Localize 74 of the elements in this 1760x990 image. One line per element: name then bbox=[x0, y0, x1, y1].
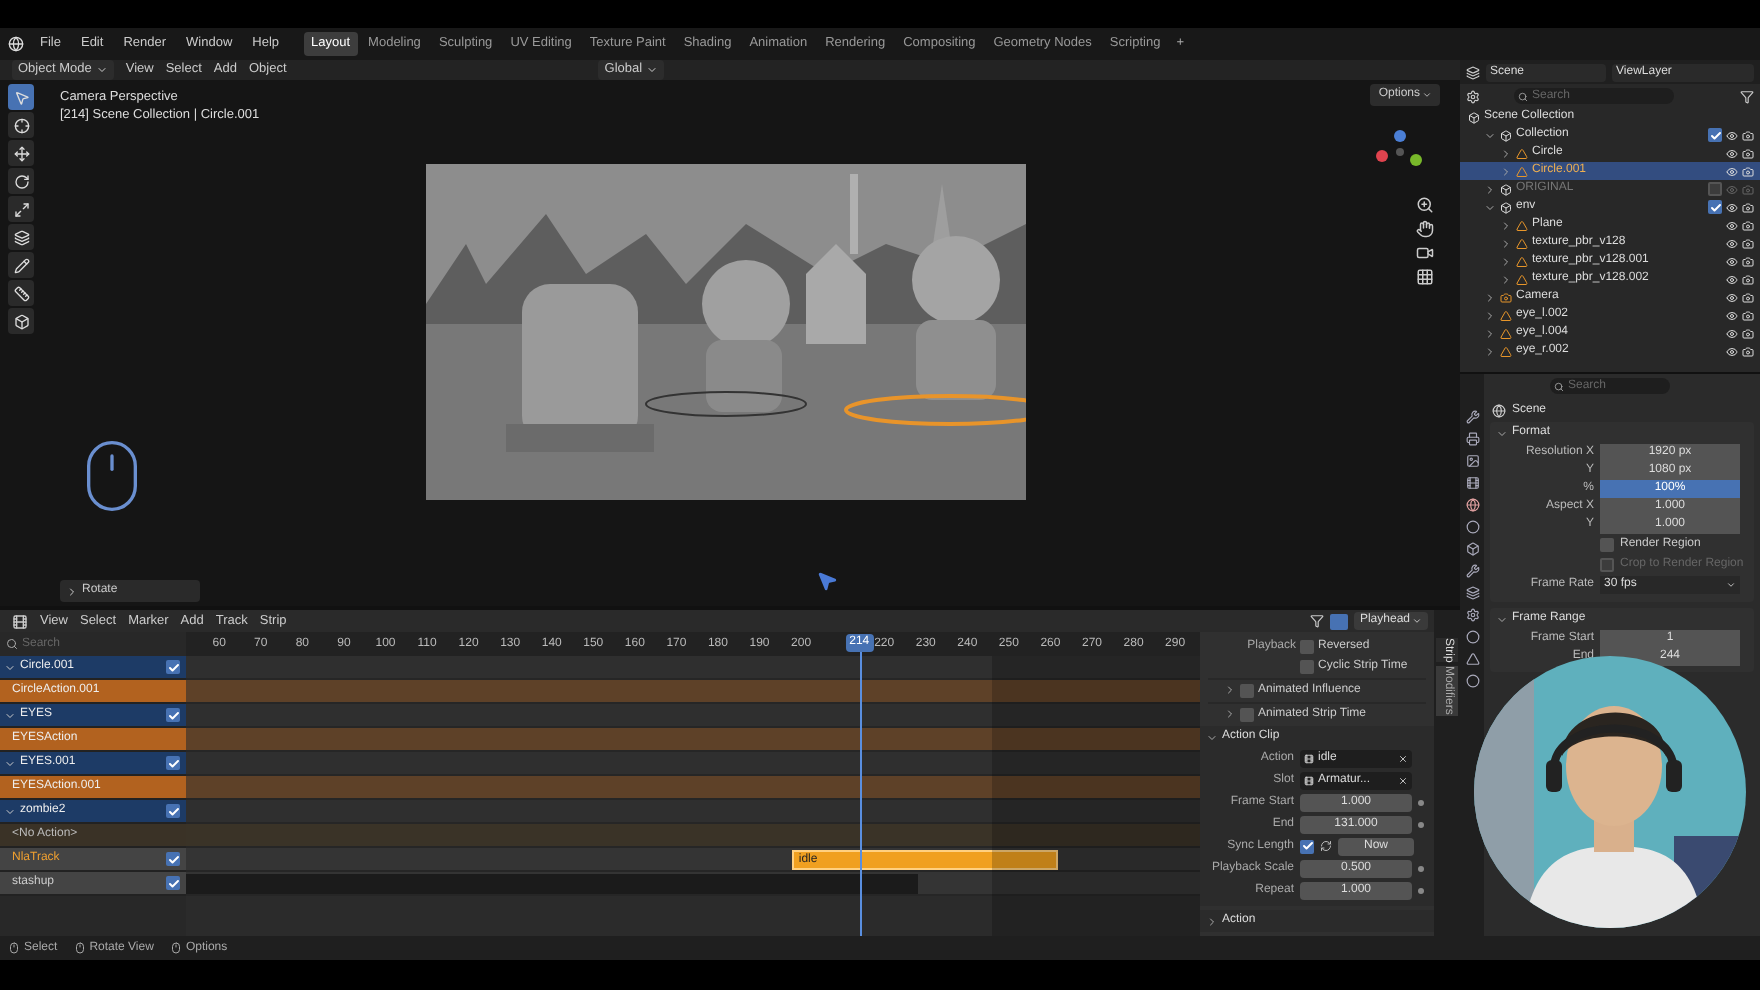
zoom-icon[interactable] bbox=[1416, 196, 1434, 214]
check-icon bbox=[167, 757, 179, 769]
caret-icon bbox=[646, 64, 659, 76]
rotate-icon[interactable] bbox=[8, 168, 34, 194]
pointer-icon bbox=[816, 570, 838, 592]
move-icon[interactable] bbox=[8, 140, 34, 166]
caret-icon bbox=[1726, 580, 1736, 590]
filter-icon[interactable] bbox=[1740, 89, 1754, 103]
checkbox[interactable] bbox=[1300, 640, 1314, 654]
check-icon bbox=[167, 661, 179, 673]
chevron-icon bbox=[66, 585, 78, 597]
properties-tab-icon[interactable] bbox=[1465, 542, 1479, 556]
chevron-icon[interactable] bbox=[1500, 147, 1512, 159]
collection-icon bbox=[1500, 201, 1512, 213]
chevron-icon[interactable] bbox=[1496, 613, 1508, 625]
mouse-icon bbox=[8, 942, 20, 954]
camera-icon bbox=[1500, 291, 1512, 303]
grid-icon[interactable] bbox=[1416, 268, 1434, 286]
filter-icon[interactable] bbox=[1309, 614, 1324, 628]
checkbox[interactable] bbox=[1600, 537, 1614, 551]
camera-icon[interactable] bbox=[1416, 244, 1434, 262]
chevron-icon[interactable] bbox=[1484, 309, 1496, 321]
check-icon bbox=[167, 805, 179, 817]
chevron-icon[interactable] bbox=[4, 757, 16, 769]
properties-tab-icon[interactable] bbox=[1465, 586, 1479, 600]
chevron-icon[interactable] bbox=[1484, 345, 1496, 357]
checkbox[interactable] bbox=[1300, 660, 1314, 674]
chevron-icon[interactable] bbox=[4, 661, 16, 673]
chevron-icon[interactable] bbox=[1500, 273, 1512, 285]
cube-icon[interactable] bbox=[8, 308, 34, 334]
checkbox[interactable] bbox=[1240, 707, 1254, 721]
mouse-icon bbox=[73, 942, 86, 954]
properties-tab-icon[interactable] bbox=[1465, 454, 1479, 468]
caret-icon bbox=[1422, 90, 1432, 100]
chevron-icon[interactable] bbox=[4, 709, 16, 721]
check-icon bbox=[167, 709, 179, 721]
chevron-icon[interactable] bbox=[1500, 255, 1512, 267]
search-icon bbox=[6, 638, 18, 650]
collection-icon bbox=[1500, 183, 1512, 195]
chevron-icon[interactable] bbox=[1500, 219, 1512, 231]
check-icon bbox=[1709, 201, 1721, 213]
checkbox[interactable] bbox=[1240, 683, 1254, 697]
scale-icon[interactable] bbox=[8, 196, 34, 222]
chevron-icon[interactable] bbox=[1500, 237, 1512, 249]
caret-icon bbox=[95, 64, 108, 76]
search-icon bbox=[1554, 381, 1564, 391]
cursor-icon[interactable] bbox=[8, 112, 34, 138]
chevron-icon[interactable] bbox=[1484, 183, 1496, 195]
properties-tab-icon[interactable] bbox=[1465, 520, 1479, 534]
properties-tab-icon[interactable] bbox=[1465, 410, 1479, 424]
chevron-icon[interactable] bbox=[1484, 201, 1496, 213]
chevron-icon[interactable] bbox=[1496, 427, 1508, 439]
chevron-icon[interactable] bbox=[1484, 327, 1496, 339]
check-icon bbox=[1301, 840, 1313, 852]
chevron-icon[interactable] bbox=[1484, 129, 1496, 141]
properties-tab-icon[interactable] bbox=[1465, 564, 1479, 578]
chevron-icon[interactable] bbox=[1484, 291, 1496, 303]
caret-icon bbox=[1412, 616, 1422, 626]
properties-tab-icon[interactable] bbox=[1465, 498, 1479, 512]
refresh-icon bbox=[1320, 840, 1332, 852]
pencil-icon[interactable] bbox=[8, 252, 34, 278]
mouse-icon bbox=[169, 942, 182, 954]
checkbox[interactable] bbox=[1708, 182, 1722, 196]
search-icon bbox=[1518, 91, 1528, 101]
properties-tab-icon[interactable] bbox=[1465, 432, 1479, 446]
properties-tab-icon[interactable] bbox=[1465, 476, 1479, 490]
collection-icon bbox=[1468, 111, 1480, 123]
check-icon bbox=[1709, 129, 1721, 141]
collection-icon bbox=[1500, 129, 1512, 141]
select-icon[interactable] bbox=[8, 84, 34, 110]
chevron-icon[interactable] bbox=[4, 805, 16, 817]
ruler-icon[interactable] bbox=[8, 280, 34, 306]
hand-icon[interactable] bbox=[1416, 220, 1434, 238]
properties-tab-icon[interactable] bbox=[1465, 608, 1479, 622]
